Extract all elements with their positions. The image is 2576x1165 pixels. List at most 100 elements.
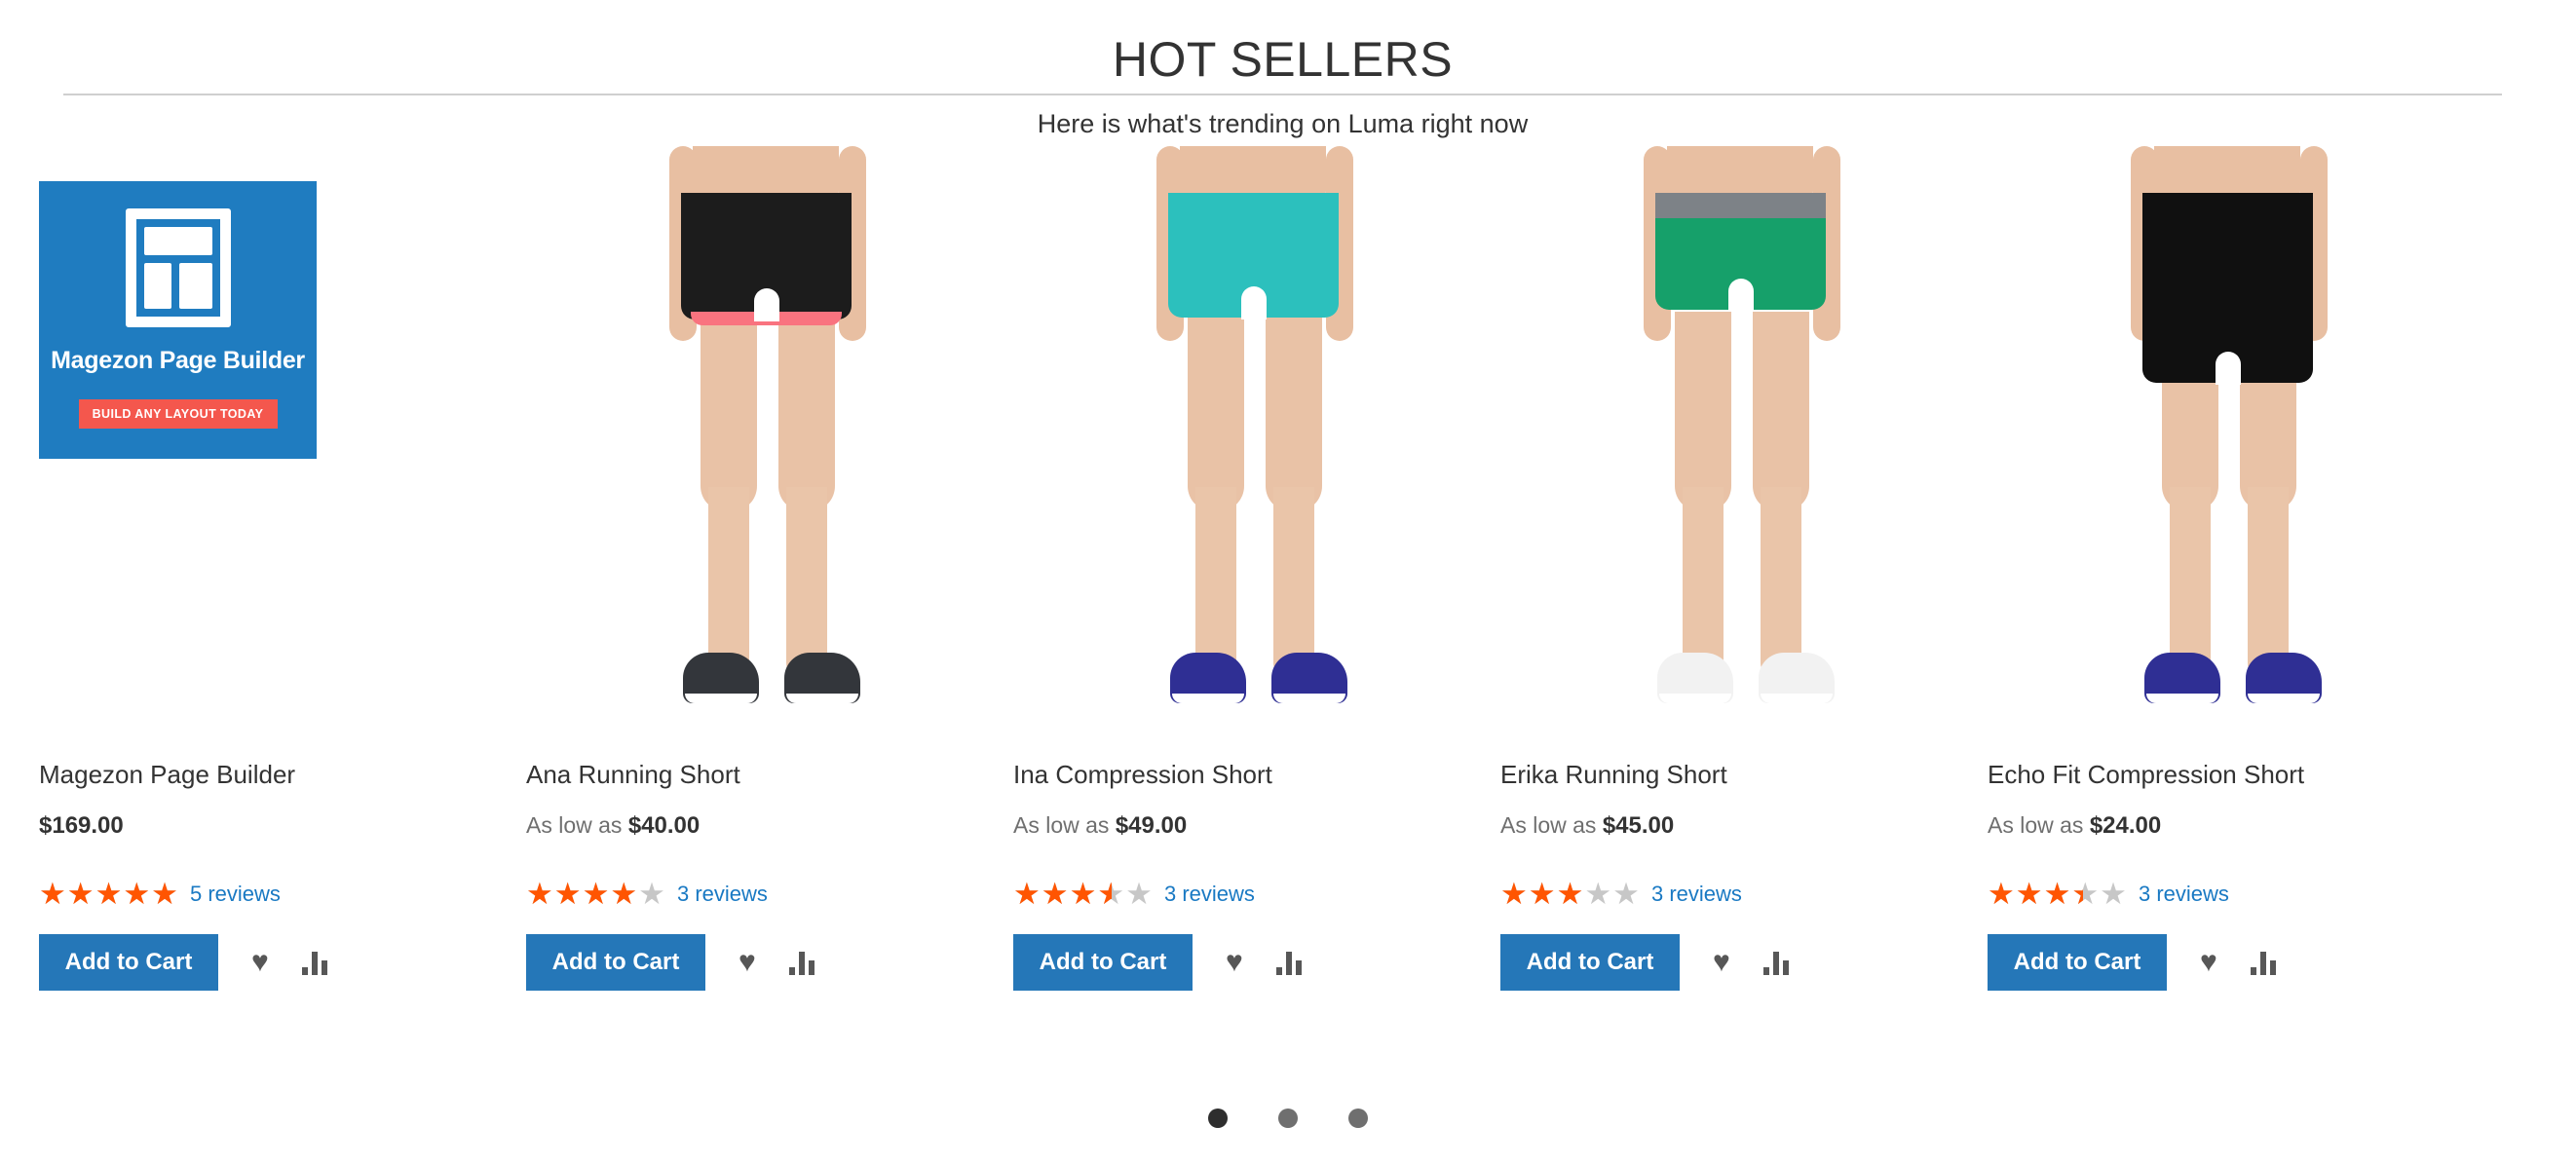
shorts-inseam-notch [753,288,779,321]
model-leg-left [1188,312,1244,511]
star-rating[interactable]: ★★★★★★★★★★ [1013,878,1154,911]
reviews-link[interactable]: 5 reviews [190,878,281,911]
shorts-inseam-notch [1240,286,1267,319]
product-media [1988,146,2471,740]
compare-bars-icon [2250,950,2276,975]
product-name[interactable]: Magezon Page Builder [39,758,522,791]
add-to-compare-button[interactable] [1762,950,1789,975]
star-rating[interactable]: ★★★★★★★★★★ [526,878,666,911]
add-to-cart-button[interactable]: Add to Cart [39,934,218,991]
product-name[interactable]: Ana Running Short [526,758,1009,791]
model-shoe-right [2246,653,2322,703]
page-title: HOT SELLERS [1086,27,1479,92]
product-info: Ana Running Short As low as $40.00 ★★★★★ ★★… [526,740,1009,991]
add-to-wishlist-button[interactable]: ♥ [2200,948,2217,977]
model-shoe-right [1759,653,1835,703]
model-leg-left [701,312,757,511]
product-photo[interactable] [1988,146,2471,740]
model-shin-left [708,487,749,677]
product-actions: Add to Cart ♥ [1500,934,1984,991]
add-to-wishlist-button[interactable]: ♥ [1713,948,1730,977]
heart-icon: ♥ [1226,946,1243,978]
product-name[interactable]: Erika Running Short [1500,758,1984,791]
add-to-wishlist-button[interactable]: ♥ [251,948,269,977]
shorts-waistband [681,193,852,218]
price-label: As low as [1013,812,1110,838]
product-media [1013,146,1496,740]
star-rating-filled: ★★★★★ [526,878,639,911]
product-card: Erika Running Short As low as $45.00 ★★★★★… [1500,146,1984,991]
product-name[interactable]: Ina Compression Short [1013,758,1496,791]
price-label: As low as [526,812,623,838]
carousel-dot[interactable] [1208,1109,1228,1128]
star-rating[interactable]: ★★★★★★★★★★ [1500,878,1641,911]
star-rating-filled: ★★★★★ [1988,878,2083,911]
title-wrap: HOT SELLERS [63,27,2502,95]
price-value: $24.00 [2089,812,2162,839]
add-to-wishlist-button[interactable]: ♥ [1226,948,1243,977]
product-photo[interactable] [526,146,1009,740]
product-price: $169.00 [39,810,522,841]
model-shoe-left [1170,653,1246,703]
build-any-layout-button[interactable]: BUILD ANY LAYOUT TODAY [78,399,278,429]
add-to-compare-button[interactable] [1275,950,1302,975]
compare-bars-icon [301,950,327,975]
model-shoe-right [1271,653,1347,703]
reviews-link[interactable]: 3 reviews [1164,878,1255,911]
carousel-dot[interactable] [1348,1109,1368,1128]
model-leg-right [1266,312,1322,511]
model-shin-right [2248,487,2289,677]
title-divider-rule [63,94,2502,95]
product-name[interactable]: Echo Fit Compression Short [1988,758,2471,791]
product-photo[interactable] [1013,146,1496,740]
product-grid: Magezon Page Builder BUILD ANY LAYOUT TOD… [39,146,2543,991]
add-to-cart-button[interactable]: Add to Cart [1988,934,2167,991]
product-info: Ina Compression Short As low as $49.00 ★★★… [1013,740,1496,991]
reviews-link[interactable]: 3 reviews [677,878,768,911]
model-shin-right [786,487,827,677]
product-photo[interactable] [1500,146,1984,740]
add-to-wishlist-button[interactable]: ♥ [739,948,756,977]
carousel-dot[interactable] [1278,1109,1298,1128]
reviews-link[interactable]: 3 reviews [1651,878,1742,911]
add-to-compare-button[interactable] [301,950,327,975]
star-rating[interactable]: ★★★★★★★★★★ [39,878,179,911]
model-shoe-left [1657,653,1733,703]
price-value: $45.00 [1602,812,1675,839]
heart-icon: ♥ [251,946,269,978]
magezon-promo-banner[interactable]: Magezon Page Builder BUILD ANY LAYOUT TOD… [39,181,317,459]
page-subtitle: Here is what's trending on Luma right no… [1037,109,1529,138]
shorts-waistband [1655,193,1826,218]
reviews-link[interactable]: 3 reviews [2139,878,2229,911]
product-info: Erika Running Short As low as $45.00 ★★★★★… [1500,740,1984,991]
product-price: As low as $49.00 [1013,810,1496,841]
rating-row: ★★★★★★★★★★ 3 reviews [1013,878,1496,911]
model-leg-left [1675,312,1731,511]
star-rating-filled: ★★★★★ [39,878,179,911]
add-to-cart-button[interactable]: Add to Cart [1013,934,1193,991]
product-card: Ina Compression Short As low as $49.00 ★★★… [1013,146,1496,991]
product-shorts [1655,193,1826,312]
rating-row: ★★★★★★★★★★ 3 reviews [1988,878,2471,911]
price-value: $169.00 [39,812,124,839]
add-to-compare-button[interactable] [788,950,814,975]
product-price: As low as $24.00 [1988,810,2471,841]
model-shin-left [1195,487,1236,677]
product-price: As low as $40.00 [526,810,1009,841]
product-card: Ana Running Short As low as $40.00 ★★★★★ ★★… [526,146,1009,991]
product-price: As low as $45.00 [1500,810,1984,841]
heart-icon: ♥ [2200,946,2217,978]
product-actions: Add to Cart ♥ [39,934,522,991]
heart-icon: ♥ [1713,946,1730,978]
add-to-cart-button[interactable]: Add to Cart [526,934,705,991]
star-rating[interactable]: ★★★★★★★★★★ [1988,878,2128,911]
model-shin-right [1273,487,1314,677]
promo-title: Magezon Page Builder [51,347,305,374]
heart-icon: ♥ [739,946,756,978]
star-rating-filled: ★★★★★ [1013,878,1112,911]
add-to-compare-button[interactable] [2250,950,2276,975]
product-card: Magezon Page Builder BUILD ANY LAYOUT TOD… [39,146,522,991]
product-actions: Add to Cart ♥ [526,934,1009,991]
product-card: Echo Fit Compression Short As low as $24.… [1988,146,2471,991]
add-to-cart-button[interactable]: Add to Cart [1500,934,1680,991]
